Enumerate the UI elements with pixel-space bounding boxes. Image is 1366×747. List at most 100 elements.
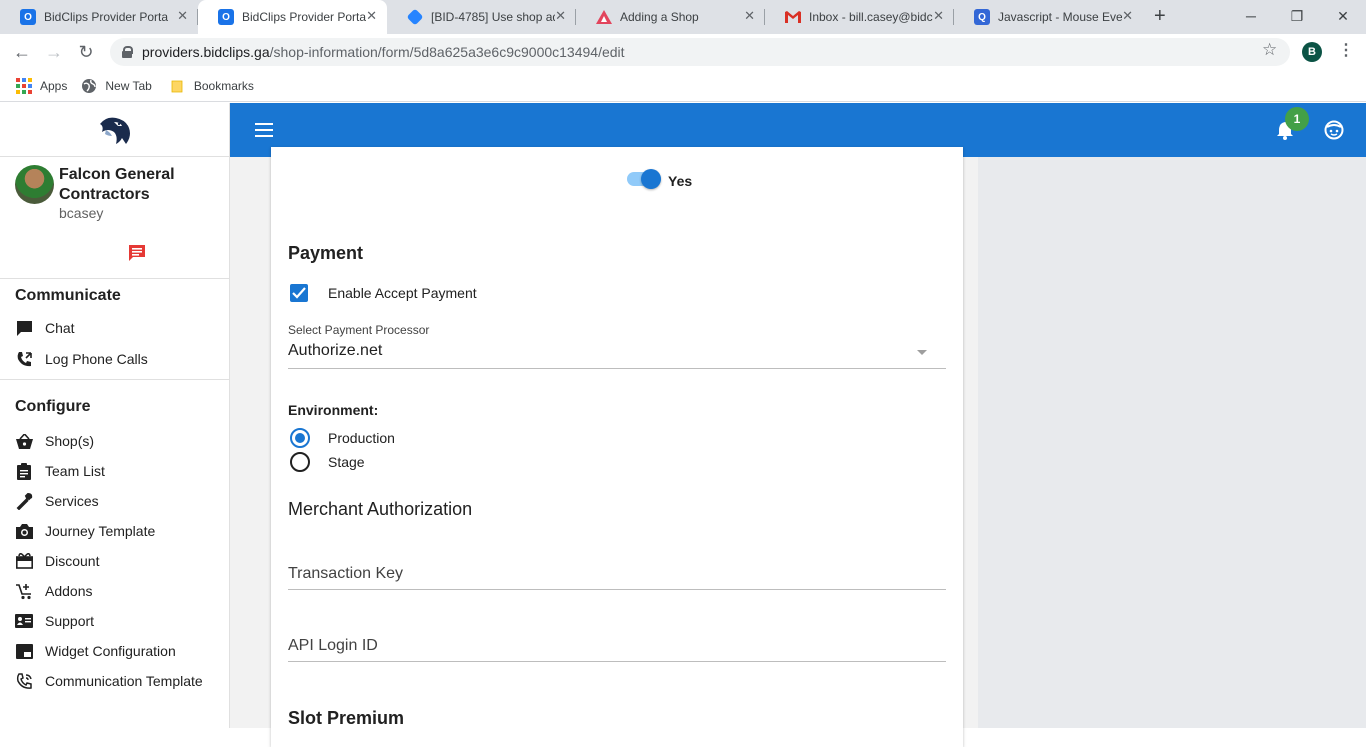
transaction-key-field[interactable]: Transaction Key	[288, 565, 403, 583]
communicate-section: Communicate Chat Log Phone Calls	[0, 279, 229, 379]
bookmark-apps[interactable]: Apps	[16, 77, 68, 94]
close-icon[interactable]: ✕	[555, 8, 566, 24]
bookmark-star-icon[interactable]: ☆	[1262, 40, 1277, 60]
sidebar-item-label: Communication Template	[45, 673, 203, 689]
sidebar-item-label: Journey Template	[45, 523, 156, 539]
apps-icon	[16, 77, 32, 94]
slot-premium-heading: Slot Premium	[288, 708, 405, 728]
processor-select[interactable]: Authorize.net	[288, 342, 382, 360]
main-content: Yes Payment Enable Accept Payment Select…	[230, 147, 1366, 747]
lock-icon	[122, 46, 133, 58]
browser-tab[interactable]: Q Javascript - Mouse Even ✕	[954, 0, 1143, 34]
sidebar-item-discount[interactable]: Discount	[0, 546, 229, 576]
new-tab-icon[interactable]: +	[1154, 5, 1166, 28]
yes-toggle[interactable]	[627, 169, 661, 189]
sidebar-item-label: Log Phone Calls	[45, 351, 148, 367]
jira-icon	[406, 8, 424, 26]
transaction-key-underline	[288, 589, 946, 590]
enable-payment-label: Enable Accept Payment	[328, 285, 477, 301]
sidebar-item-team-list[interactable]: Team List	[0, 456, 229, 486]
close-icon[interactable]: ✕	[1122, 8, 1133, 24]
menu-icon[interactable]	[255, 123, 273, 137]
payment-heading: Payment	[288, 243, 364, 263]
account-face-icon[interactable]	[1324, 120, 1344, 140]
minimize-icon[interactable]: ─	[1228, 0, 1274, 32]
contact-card-icon	[15, 612, 33, 630]
radio-production[interactable]	[290, 428, 310, 448]
tab-title: Adding a Shop	[620, 10, 699, 24]
gmail-icon	[785, 9, 801, 25]
configure-section: Configure Shop(s) Team List Services Jou…	[0, 380, 229, 696]
window-close-icon[interactable]: ✕	[1320, 0, 1366, 32]
environment-label: Environment:	[288, 402, 379, 418]
check-icon	[292, 287, 306, 299]
url-path: /shop-information/form/5d8a625a3e6c9c900…	[269, 44, 625, 60]
sidebar-item-shops[interactable]: Shop(s)	[0, 426, 229, 456]
restore-icon[interactable]: ❐	[1274, 0, 1320, 32]
section-title-configure: Configure	[15, 398, 91, 415]
radio-label-stage: Stage	[328, 454, 365, 470]
sidebar-item-label: Chat	[45, 320, 75, 336]
sidebar-item-addons[interactable]: Addons	[0, 576, 229, 606]
wrench-icon	[15, 492, 33, 510]
close-icon[interactable]: ✕	[366, 8, 377, 24]
bookmark-label: Apps	[40, 78, 68, 93]
cart-plus-icon	[15, 582, 33, 600]
tab-title: BidClips Provider Portal	[44, 10, 168, 24]
sidebar-item-services[interactable]: Services	[0, 486, 229, 516]
content-column: Yes Payment Enable Accept Payment Select…	[230, 147, 978, 747]
radio-stage[interactable]	[290, 452, 310, 472]
bookmark-folder[interactable]: Bookmarks	[170, 78, 254, 94]
close-icon[interactable]: ✕	[177, 8, 188, 24]
api-login-id-field[interactable]: API Login ID	[288, 637, 378, 655]
avatar[interactable]	[15, 165, 54, 204]
sidebar-item-label: Support	[45, 613, 95, 629]
browser-tab[interactable]: O BidClips Provider Portal ✕	[0, 0, 198, 34]
falcon-logo-icon[interactable]	[96, 114, 134, 146]
tab-title: BidClips Provider Portal	[242, 10, 366, 24]
url-host: providers.bidclips.ga	[142, 44, 270, 60]
forward-icon[interactable]: →	[42, 40, 66, 64]
sidebar-item-widget-configuration[interactable]: Widget Configuration	[0, 636, 229, 666]
phone-settings-icon	[15, 672, 33, 690]
sidebar-item-chat[interactable]: Chat	[0, 313, 229, 343]
browser-menu-icon[interactable]: ⋮	[1338, 40, 1354, 60]
folder-icon	[171, 80, 183, 92]
tab-title: Javascript - Mouse Even	[998, 10, 1122, 24]
atlassian-icon	[596, 9, 612, 25]
company-name: Falcon General Contractors	[59, 166, 175, 203]
user-profile: Falcon General Contractors bcasey	[0, 157, 229, 279]
dropdown-arrow-icon[interactable]	[917, 350, 927, 355]
browser-tab-active[interactable]: O BidClips Provider Portal ✕	[198, 0, 387, 34]
browser-toolbar: ← → ↻ providers.bidclips.ga/shop-informa…	[0, 34, 1366, 70]
message-icon[interactable]	[127, 243, 147, 263]
sidebar-item-support[interactable]: Support	[0, 606, 229, 636]
browser-tab[interactable]: Inbox - bill.casey@bidcl ✕	[765, 0, 954, 34]
select-underline	[288, 368, 946, 369]
reload-icon[interactable]: ↻	[74, 40, 98, 64]
sidebar-item-label: Team List	[45, 463, 105, 479]
sidebar-item-journey-template[interactable]: Journey Template	[0, 516, 229, 546]
outlook-icon: O	[218, 9, 234, 25]
tab-title: Inbox - bill.casey@bidcl	[809, 10, 933, 24]
logo-area	[0, 103, 229, 157]
username: bcasey	[59, 205, 104, 221]
enable-payment-checkbox[interactable]	[290, 284, 308, 302]
sidebar-item-log-phone-calls[interactable]: Log Phone Calls	[0, 344, 229, 374]
profile-avatar[interactable]: B	[1302, 42, 1322, 62]
section-title-communicate: Communicate	[15, 287, 121, 304]
bookmark-new-tab[interactable]: New Tab	[81, 78, 152, 94]
radio-label-production: Production	[328, 430, 395, 446]
address-bar[interactable]: providers.bidclips.ga/shop-information/f…	[110, 38, 1290, 66]
sidebar-item-communication-template[interactable]: Communication Template	[0, 666, 229, 696]
chat-icon	[15, 319, 33, 337]
gift-icon	[15, 552, 33, 570]
close-icon[interactable]: ✕	[744, 8, 755, 24]
toggle-label: Yes	[668, 173, 693, 189]
browser-tab[interactable]: [BID-4785] Use shop ad ✕	[387, 0, 576, 34]
clipboard-icon	[15, 462, 33, 480]
close-icon[interactable]: ✕	[933, 8, 944, 24]
back-icon[interactable]: ←	[10, 40, 34, 64]
browser-tab[interactable]: Adding a Shop ✕	[576, 0, 765, 34]
merchant-authorization-heading: Merchant Authorization	[288, 499, 473, 519]
